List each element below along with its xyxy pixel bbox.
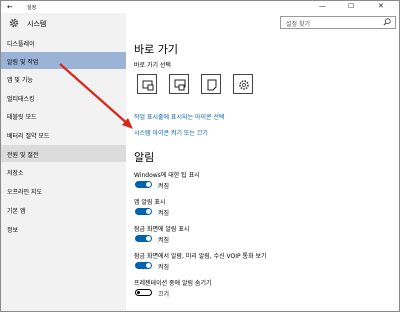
lock-screen-alarms-label: 잠금 화면에서 알람, 미리 알림, 수신 VOIP 통화 보기: [134, 253, 267, 260]
sidebar-item-display[interactable]: 디스플레이: [1, 34, 126, 51]
section-title: 시스템: [27, 20, 47, 28]
tips-toggle[interactable]: [135, 181, 152, 188]
sidebar-item-offline-maps[interactable]: 오프라인 지도: [1, 182, 126, 199]
sidebar-item-storage[interactable]: 저장소: [1, 163, 126, 180]
settings-gear-icon[interactable]: [233, 74, 253, 94]
close-button[interactable]: ✕: [378, 2, 384, 10]
connect-icon[interactable]: [169, 74, 189, 94]
tips-state: 켜짐: [158, 183, 170, 190]
app-notifications-state: 켜짐: [158, 210, 170, 217]
lock-screen-notifications-state: 켜짐: [158, 237, 170, 244]
presentation-hide-label: 프레젠테이션 중에 알림 숨기기: [134, 280, 212, 287]
tablet-mode-icon[interactable]: [137, 74, 157, 94]
sidebar-item-default-apps[interactable]: 기본 앱: [1, 201, 126, 218]
tips-label: Windows에 대한 팁 표시: [134, 172, 200, 179]
sidebar-item-multitasking[interactable]: 멀티태스킹: [1, 89, 126, 106]
maximize-button[interactable]: ☐: [348, 2, 354, 10]
sidebar-item-notifications[interactable]: 알림 및 작업: [1, 52, 126, 69]
lock-screen-alarms-state: 켜짐: [158, 264, 170, 271]
back-arrow-icon[interactable]: ←: [7, 3, 13, 11]
app-notifications-toggle[interactable]: [135, 208, 152, 215]
note-icon[interactable]: [201, 74, 221, 94]
notifications-heading: 알림: [134, 151, 155, 164]
quick-actions-subheading: 바로 가기 선택: [134, 62, 171, 69]
sidebar-item-apps[interactable]: 앱 및 기능: [1, 70, 126, 87]
title-bar: ← 설정 — ☐ ✕: [1, 1, 399, 13]
lock-screen-alarms-toggle[interactable]: [135, 262, 152, 269]
taskbar-icons-link[interactable]: 작업 표시줄에 표시되는 아이콘 선택: [134, 112, 224, 121]
settings-window: ← 설정 — ☐ ✕ 시스템 디스플레이 알림 및 작업 앱 및 기능 멀티태스…: [0, 0, 400, 312]
quick-actions-heading: 바로 가기: [134, 43, 178, 56]
gear-icon: [9, 18, 19, 28]
sidebar-item-battery-saver[interactable]: 배터리 절약 모드: [1, 126, 126, 143]
sidebar-item-power-sleep[interactable]: 전원 및 절전: [1, 145, 126, 162]
sidebar-header: 시스템: [1, 13, 126, 33]
presentation-hide-toggle[interactable]: [135, 289, 152, 296]
presentation-hide-state: 끄기: [158, 291, 170, 298]
sidebar: 시스템 디스플레이 알림 및 작업 앱 및 기능 멀티태스킹 태블릿 모드 배터…: [1, 13, 126, 311]
lock-screen-notifications-label: 잠금 화면에 알림 표시: [134, 226, 190, 233]
lock-screen-notifications-toggle[interactable]: [135, 235, 152, 242]
minimize-button[interactable]: —: [319, 2, 326, 10]
sidebar-item-tablet-mode[interactable]: 태블릿 모드: [1, 107, 126, 124]
system-icons-link[interactable]: 시스템 아이콘 켜기 또는 끄기: [134, 128, 208, 137]
content-pane: 바로 가기 바로 가기 선택 작업 표시줄에 표시되는 아이콘 선택 시스템 아…: [127, 13, 399, 311]
window-title: 설정: [27, 5, 37, 11]
sidebar-item-about[interactable]: 정보: [1, 220, 126, 237]
app-notifications-label: 앱 알림 표시: [134, 199, 166, 206]
